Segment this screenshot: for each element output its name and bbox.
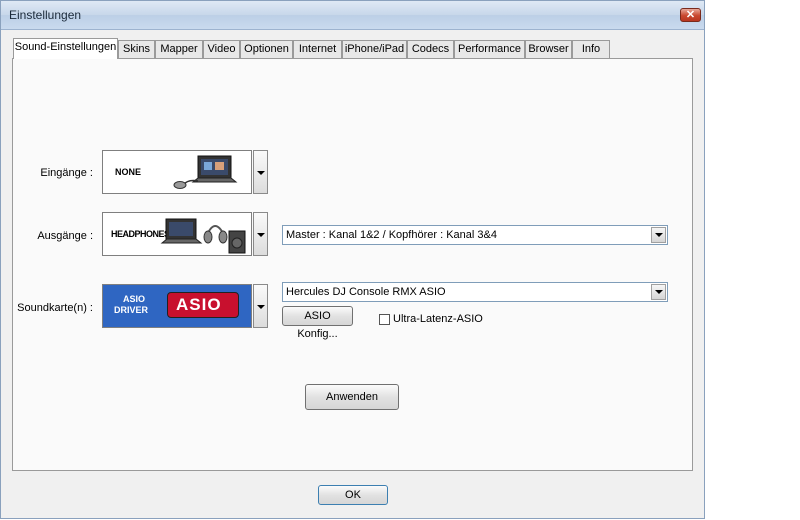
asio-driver-text-2: DRIVER (114, 305, 149, 315)
asio-logo: ASIO (167, 292, 239, 318)
ok-label: OK (345, 489, 361, 501)
tab-mapper[interactable]: Mapper (155, 40, 203, 58)
output-routing-value: Master : Kanal 1&2 / Kopfhörer : Kanal 3… (286, 229, 497, 241)
tab-label: Optionen (244, 43, 289, 55)
outputs-dropdown-button[interactable] (253, 212, 268, 256)
tab-label: Info (581, 43, 601, 55)
close-button[interactable]: ✕ (680, 8, 701, 22)
outputs-image-selector[interactable]: HEADPHONES (102, 212, 252, 256)
tab-skins[interactable]: Skins (118, 40, 155, 58)
chevron-down-icon (655, 233, 663, 237)
tab-label: Codecs (411, 43, 450, 55)
tab-browser[interactable]: Browser (525, 40, 572, 58)
tab-codecs[interactable]: Codecs (407, 40, 454, 58)
soundcard-device-select[interactable]: Hercules DJ Console RMX ASIO (282, 282, 668, 302)
tab-label: iPhone/iPad (344, 43, 405, 55)
tab-video[interactable]: Video (203, 40, 240, 58)
ok-button[interactable]: OK (318, 485, 388, 505)
tab-performance[interactable]: Performance (454, 40, 525, 58)
inputs-dropdown-button[interactable] (253, 150, 268, 194)
soundcard-image-selector[interactable]: ASIO DRIVER ASIO (102, 284, 252, 328)
ultra-latency-label: Ultra-Latenz-ASIO (393, 313, 483, 325)
tab-label: Video (207, 43, 236, 55)
tab-sound-settings[interactable]: Sound-Einstellungen (13, 38, 118, 59)
tab-label: Performance (458, 43, 521, 55)
chevron-down-icon (655, 290, 663, 294)
soundcard-dropdown-button[interactable] (253, 284, 268, 328)
tab-label: Skins (123, 43, 150, 55)
tab-label: Browser (528, 43, 569, 55)
headphones-laptop-icon (160, 218, 246, 254)
tab-label: Sound-Einstellungen (14, 41, 117, 53)
asio-logo-text: ASIO (176, 295, 222, 314)
soundcard-label: Soundkarte(n) : (17, 302, 93, 314)
inputs-label: Eingänge : (40, 167, 93, 179)
output-routing-dropdown-button[interactable] (651, 227, 666, 243)
apply-button[interactable]: Anwenden (305, 384, 399, 410)
asio-config-button[interactable]: ASIO Konfig... (282, 306, 353, 340)
output-routing-select[interactable]: Master : Kanal 1&2 / Kopfhörer : Kanal 3… (282, 225, 668, 245)
outputs-label: Ausgänge : (37, 230, 93, 242)
inputs-image-selector[interactable]: NONE (102, 150, 252, 194)
tab-iphone-ipad[interactable]: iPhone/iPad (342, 40, 407, 58)
tab-label: Mapper (160, 43, 198, 55)
ultra-latency-checkbox[interactable] (379, 314, 390, 325)
tab-info[interactable]: Info (572, 40, 610, 58)
asio-driver-text-1: ASIO (123, 294, 146, 304)
soundcard-device-dropdown-button[interactable] (651, 284, 666, 300)
soundcard-device-value: Hercules DJ Console RMX ASIO (286, 286, 446, 298)
close-icon: ✕ (685, 9, 696, 21)
chevron-down-icon (257, 233, 265, 237)
apply-label: Anwenden (326, 391, 378, 403)
tab-label: Internet (298, 43, 337, 55)
laptop-icon (173, 155, 238, 189)
chevron-down-icon (257, 171, 265, 175)
title-bar[interactable]: Einstellungen ✕ (1, 1, 704, 30)
tab-options[interactable]: Optionen (240, 40, 293, 58)
tab-internet[interactable]: Internet (293, 40, 342, 58)
asio-config-label: ASIO Konfig... (297, 310, 338, 340)
settings-window: Einstellungen ✕ Sound-Einstellungen Skin… (0, 0, 705, 519)
window-title: Einstellungen (9, 8, 82, 22)
chevron-down-icon (257, 305, 265, 309)
